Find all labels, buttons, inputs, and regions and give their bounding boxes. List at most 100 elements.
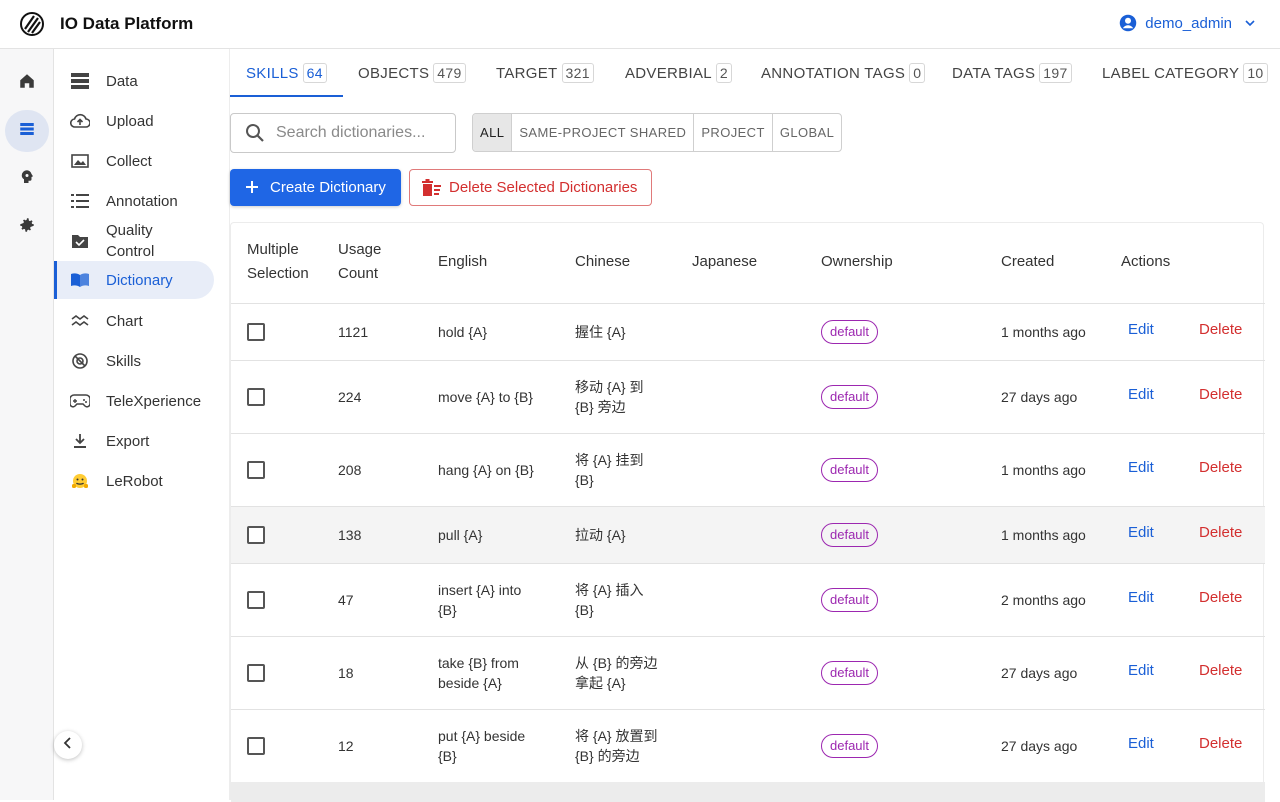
delete-button[interactable]: Delete bbox=[1199, 459, 1242, 476]
delete-button[interactable]: Delete bbox=[1199, 321, 1242, 338]
column-header-english[interactable]: English bbox=[438, 250, 487, 274]
filter-all[interactable]: ALL bbox=[473, 114, 513, 151]
sidebar-item-export[interactable]: Export bbox=[54, 422, 214, 460]
row-checkbox[interactable] bbox=[247, 388, 265, 406]
tab-data-tags[interactable]: DATA TAGS 197 bbox=[952, 49, 1072, 97]
edit-button[interactable]: Edit bbox=[1128, 662, 1154, 679]
table-row[interactable]: 18 take {B} from beside {A} 从 {B} 的旁边 拿起… bbox=[231, 637, 1265, 710]
app-logo-icon[interactable] bbox=[20, 12, 44, 36]
table-row[interactable]: 138 pull {A} 拉动 {A} default 1 months ago… bbox=[231, 507, 1265, 564]
edit-button[interactable]: Edit bbox=[1128, 386, 1154, 403]
tab-count-badge: 321 bbox=[561, 63, 594, 83]
chinese-cell: 从 {B} 的旁边 拿起 {A} bbox=[575, 655, 658, 691]
row-checkbox[interactable] bbox=[247, 461, 265, 479]
chinese-cell: 将 {A} 插入 {B} bbox=[575, 582, 644, 618]
table-row[interactable]: 12 put {A} beside {B} 将 {A} 放置到 {B} 的旁边 … bbox=[231, 710, 1265, 783]
delete-button[interactable]: Delete bbox=[1199, 386, 1242, 403]
filter-project[interactable]: PROJECT bbox=[694, 114, 773, 151]
sidebar-item-label: Upload bbox=[106, 112, 154, 130]
sidebar-item-collect[interactable]: Collect bbox=[54, 142, 214, 180]
tab-label: TARGET bbox=[496, 64, 558, 82]
table-row[interactable]: 208 hang {A} on {B} 将 {A} 挂到 {B} default… bbox=[231, 434, 1265, 507]
table-row[interactable]: 47 insert {A} into {B} 将 {A} 插入 {B} defa… bbox=[231, 564, 1265, 637]
edit-button[interactable]: Edit bbox=[1128, 735, 1154, 752]
app-header: IO Data Platform demo_admin bbox=[0, 0, 1280, 49]
tab-objects[interactable]: OBJECTS 479 bbox=[358, 49, 466, 97]
sidebar-item-label: LeRobot bbox=[106, 472, 163, 490]
table-row[interactable]: 1121 hold {A} 握住 {A} default 1 months ag… bbox=[231, 304, 1265, 361]
home-icon bbox=[18, 72, 36, 95]
search-input[interactable] bbox=[276, 122, 451, 144]
filter-global[interactable]: GLOBAL bbox=[773, 114, 841, 151]
home-button[interactable] bbox=[5, 62, 49, 104]
tab-label-category[interactable]: LABEL CATEGORY 10 bbox=[1102, 49, 1268, 97]
filter-same-project-shared[interactable]: SAME-PROJECT SHARED bbox=[512, 114, 695, 151]
ownership-badge: default bbox=[821, 320, 879, 344]
column-header-japanese[interactable]: Japanese bbox=[692, 250, 757, 274]
sidebar-item-label: Annotation bbox=[106, 192, 178, 210]
tab-skills[interactable]: SKILLS 64 bbox=[246, 49, 327, 97]
sidebar-item-annotation[interactable]: Annotation bbox=[54, 182, 214, 220]
tab-target[interactable]: TARGET 321 bbox=[496, 49, 594, 97]
edit-button[interactable]: Edit bbox=[1128, 589, 1154, 606]
edit-button[interactable]: Edit bbox=[1128, 321, 1154, 338]
search-box[interactable] bbox=[230, 113, 456, 153]
usage-count-cell: 224 bbox=[338, 389, 362, 405]
sidebar-item-label: Data bbox=[106, 72, 138, 90]
column-header-ownership[interactable]: Ownership bbox=[821, 250, 893, 274]
sidebar-item-skills[interactable]: Skills bbox=[54, 342, 214, 380]
usage-count-cell: 208 bbox=[338, 462, 362, 478]
delete-button[interactable]: Delete bbox=[1199, 735, 1242, 752]
book-icon bbox=[70, 270, 90, 290]
delete-selected-button[interactable]: Delete Selected Dictionaries bbox=[409, 169, 652, 206]
created-cell: 1 months ago bbox=[1001, 462, 1086, 478]
collapse-sidebar-button[interactable] bbox=[54, 731, 82, 759]
create-dictionary-button[interactable]: Create Dictionary bbox=[230, 169, 401, 206]
column-header-chinese[interactable]: Chinese bbox=[575, 250, 630, 274]
delete-button[interactable]: Delete bbox=[1199, 662, 1242, 679]
sidebar-item-label: TeleXperience bbox=[106, 392, 202, 410]
english-cell: hold {A} bbox=[438, 324, 488, 340]
sidebar-item-upload[interactable]: Upload bbox=[54, 102, 214, 140]
usage-count-cell: 138 bbox=[338, 527, 362, 543]
collect-icon bbox=[70, 151, 90, 171]
user-menu[interactable]: demo_admin bbox=[1119, 14, 1256, 32]
column-header-created[interactable]: Created bbox=[1001, 250, 1054, 274]
plus-icon bbox=[246, 181, 258, 193]
sidebar-item-chart[interactable]: Chart bbox=[54, 302, 214, 340]
edit-button[interactable]: Edit bbox=[1128, 459, 1154, 476]
row-checkbox[interactable] bbox=[247, 737, 265, 755]
usage-count-cell: 47 bbox=[338, 592, 354, 608]
ownership-badge: default bbox=[821, 588, 879, 612]
row-checkbox[interactable] bbox=[247, 591, 265, 609]
sidebar-item-label: Collect bbox=[106, 152, 152, 170]
table-row[interactable]: 224 move {A} to {B} 移动 {A} 到 {B} 旁边 defa… bbox=[231, 361, 1265, 434]
table-footer bbox=[231, 782, 1265, 802]
column-header-usage-count[interactable]: Usage Count bbox=[338, 238, 381, 286]
row-checkbox[interactable] bbox=[247, 323, 265, 341]
english-cell: put {A} beside {B} bbox=[438, 728, 526, 764]
delete-button[interactable]: Delete bbox=[1199, 589, 1242, 606]
sidebar-item-telexperience[interactable]: TeleXperience bbox=[54, 382, 214, 420]
edit-button[interactable]: Edit bbox=[1128, 524, 1154, 541]
tab-count-badge: 2 bbox=[715, 63, 732, 83]
data-section-button[interactable] bbox=[5, 110, 49, 152]
ownership-badge: default bbox=[821, 523, 879, 547]
create-dictionary-label: Create Dictionary bbox=[270, 179, 386, 196]
sidebar-item-data[interactable]: Data bbox=[54, 62, 214, 100]
tab-annotation-tags[interactable]: ANNOTATION TAGS 0 bbox=[761, 49, 926, 97]
model-section-button[interactable] bbox=[5, 158, 49, 200]
sidebar-item-dictionary[interactable]: Dictionary bbox=[54, 261, 214, 299]
icon-rail bbox=[0, 49, 54, 800]
row-checkbox[interactable] bbox=[247, 526, 265, 544]
row-checkbox[interactable] bbox=[247, 664, 265, 682]
sidebar-item-label: Dictionary bbox=[106, 271, 173, 289]
tab-adverbial[interactable]: ADVERBIAL 2 bbox=[625, 49, 732, 97]
delete-button[interactable]: Delete bbox=[1199, 524, 1242, 541]
delete-selected-label: Delete Selected Dictionaries bbox=[449, 179, 638, 196]
username: demo_admin bbox=[1145, 14, 1232, 32]
settings-button[interactable] bbox=[5, 206, 49, 248]
sidebar-item-quality-control[interactable]: Quality Control bbox=[54, 220, 214, 262]
sidebar-item-lerobot[interactable]: LeRobot bbox=[54, 462, 214, 500]
ownership-badge: default bbox=[821, 385, 879, 409]
